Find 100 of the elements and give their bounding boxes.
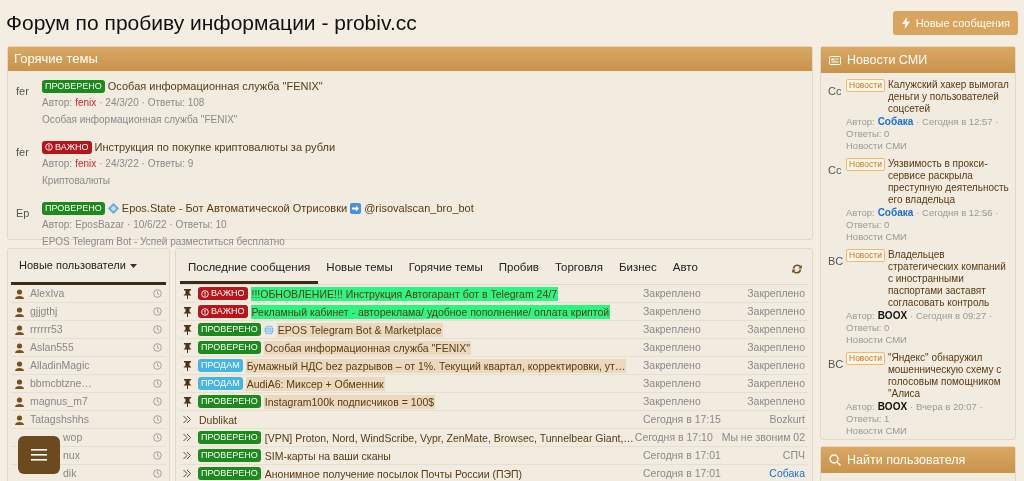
alert-icon: [201, 289, 209, 298]
post-date: Закреплено: [643, 357, 702, 373]
thread-title-link[interactable]: Особая информационная служба "FENIX": [107, 77, 323, 95]
meta-label: Автор:: [846, 116, 875, 127]
thread-title-link[interactable]: Анонимное получение посылок Почты России (ПЭП): [263, 466, 524, 481]
thread-title-link[interactable]: Особая информационная служба "FENIX": [263, 340, 471, 355]
thread-meta: · Сегодня в 09:27 ·: [910, 310, 993, 321]
prefix-badge: ПРОДАМ: [198, 377, 243, 390]
author-link[interactable]: fenix: [75, 156, 97, 171]
meta-label: Автор:: [42, 218, 73, 232]
post-date: Сегодня в 17:01: [643, 447, 722, 463]
prefix-badge: ПРОВЕРЕНО: [198, 449, 261, 462]
avatar-letters: BC: [828, 358, 843, 371]
thread-meta: · Вчера в 20:07 ·: [910, 401, 983, 412]
tab[interactable]: Бизнес: [611, 254, 665, 284]
panel-title: Новости СМИ: [847, 51, 928, 69]
user-icon: [15, 414, 24, 425]
author-link[interactable]: BOOX: [877, 401, 908, 412]
prefix-badge: ПРОВЕРЕНО: [42, 201, 105, 215]
thread-title-link[interactable]: [VPN] Proton, Nord, WindScribe, Vypr, ZenMate, Browsec, Tunnelbear Giant,…: [263, 430, 635, 445]
tab[interactable]: Горячие темы: [400, 254, 491, 284]
avatar-letters: Cc: [828, 85, 843, 98]
clock-icon: [153, 397, 162, 406]
thread-title-link[interactable]: Бумажный НДС bez pazpывов – от 1%. Текущий квартал, корректировки, ут…: [245, 358, 627, 373]
reply-count: Ответы: 0: [846, 322, 891, 334]
tab[interactable]: Авто: [664, 254, 706, 284]
tab[interactable]: Торговля: [546, 254, 611, 284]
clock-icon: [153, 307, 162, 316]
post-date: Закреплено: [643, 393, 702, 409]
clock-icon: [153, 361, 162, 370]
meta-label: Автор:: [846, 310, 875, 321]
clock-icon: [153, 379, 162, 388]
thread-title-link[interactable]: SIM-карты на ваши сканы: [263, 448, 392, 463]
author-link[interactable]: Собака: [735, 465, 805, 481]
thread-title-link[interactable]: !!!ОБНОВЛЕНИЕ!!! Инструкция Автогарант бот в Telegram 24/7: [250, 286, 559, 301]
tab[interactable]: Последние сообщения: [180, 254, 319, 284]
news-title-link[interactable]: Владельцев стратегических компаний с иностранными паспортами заставят согласовать контроль: [887, 249, 1010, 309]
post-date: Закреплено: [643, 339, 702, 355]
user-icon: [15, 360, 24, 371]
users-dropdown[interactable]: Новые пользователи: [11, 249, 166, 285]
prefix-badge: Новости: [846, 79, 885, 92]
thread-title-link[interactable]: Dublikat: [198, 412, 238, 427]
user-icon: [15, 378, 24, 389]
prefix-badge: ВАЖНО: [198, 305, 248, 318]
refresh-icon: [792, 264, 802, 274]
user-icon: [15, 306, 24, 317]
menu-button[interactable]: [18, 436, 60, 474]
news-title-link[interactable]: Уязвимость в прокси-сервисе раскрыла преступную деятельность его владельца: [887, 158, 1010, 206]
forum-name: Особая информационная служба "FENIX": [42, 113, 239, 127]
prefix-badge: Новости: [846, 352, 885, 365]
clock-icon: [153, 325, 162, 334]
post-date: Сегодня в 17:15: [643, 411, 722, 427]
author-link[interactable]: Собака: [877, 116, 914, 127]
author-link[interactable]: fenix: [75, 95, 97, 110]
clock-icon: [153, 343, 162, 352]
prefix-badge: ПРОВЕРЕНО: [198, 431, 261, 444]
forum-name: Новости СМИ: [846, 334, 908, 346]
newspaper-icon: [829, 55, 841, 65]
alert-icon: [45, 143, 53, 151]
user-icon: [15, 396, 24, 407]
author-link[interactable]: BOOX: [877, 310, 908, 321]
prefix-badge: ПРОВЕРЕНО: [42, 79, 105, 93]
reply-count: Ответы: 0: [846, 128, 891, 140]
avatar-letters: Cc: [828, 164, 843, 177]
avatar-letters: Ep: [16, 206, 31, 221]
news-title-link[interactable]: Калужский хакер вымогал деньги у пользователей соцсетей: [887, 79, 1010, 115]
arrow-icon: [350, 202, 362, 214]
user-icon: [15, 324, 24, 335]
forum-name: EPOS Telegram Bot - Успей разместиться бесплатно: [42, 235, 286, 249]
avatar-letters: fer: [16, 84, 30, 99]
post-date: Сегодня в 17:01: [643, 465, 722, 481]
clock-icon: [153, 469, 162, 478]
tab[interactable]: Пробив: [490, 254, 547, 284]
user-icon: [15, 288, 24, 299]
thread-title-link[interactable]: @risovalscan_bro_bot: [364, 199, 474, 217]
thread-title-link[interactable]: Instagram100k подписчиков = 100$: [263, 394, 436, 409]
panel-header: Горячие темы: [8, 47, 812, 71]
user-icon: [15, 342, 24, 353]
reply-count: Ответы: 1: [846, 413, 891, 425]
prefix-badge: ПРОВЕРЕНО: [198, 341, 261, 354]
clock-icon: [153, 433, 162, 442]
thread-title-link[interactable]: EPOS Telegram Bot & Marketplace: [276, 322, 443, 337]
author-link[interactable]: Собака: [877, 207, 914, 218]
thread-meta: · 24/3/22 · Ответы: 9: [99, 157, 194, 171]
post-date: Сегодня в 17:10: [634, 429, 714, 445]
meta-label: Автор:: [846, 207, 875, 218]
clock-icon: [153, 415, 162, 424]
tab[interactable]: Новые темы: [318, 254, 401, 284]
thread-title-link[interactable]: Инструкция по покупке криптовалюты за рубли: [94, 138, 336, 156]
bolt-icon: [900, 17, 911, 29]
thread-title-link[interactable]: Epos.State - Бот Автоматической Отрисовки: [121, 199, 348, 217]
news-title-link[interactable]: "Яндекс" обнаружил мошенническую схему с голосовым помощником "Алиса: [887, 352, 1010, 400]
post-date: Закреплено: [643, 375, 702, 391]
meta-label: Автор:: [42, 96, 73, 110]
prefix-badge: ВАЖНО: [198, 287, 248, 300]
thread-title-link[interactable]: AudiA6: Миксер + Обменник: [245, 376, 385, 391]
prefix-badge: Новости: [846, 158, 885, 171]
menu-icon: [31, 449, 47, 461]
thread-title-link[interactable]: Рекламный кабинет - автореклама/ удобное пополнение/ оплата криптой: [250, 304, 611, 319]
search-icon: [829, 454, 841, 466]
